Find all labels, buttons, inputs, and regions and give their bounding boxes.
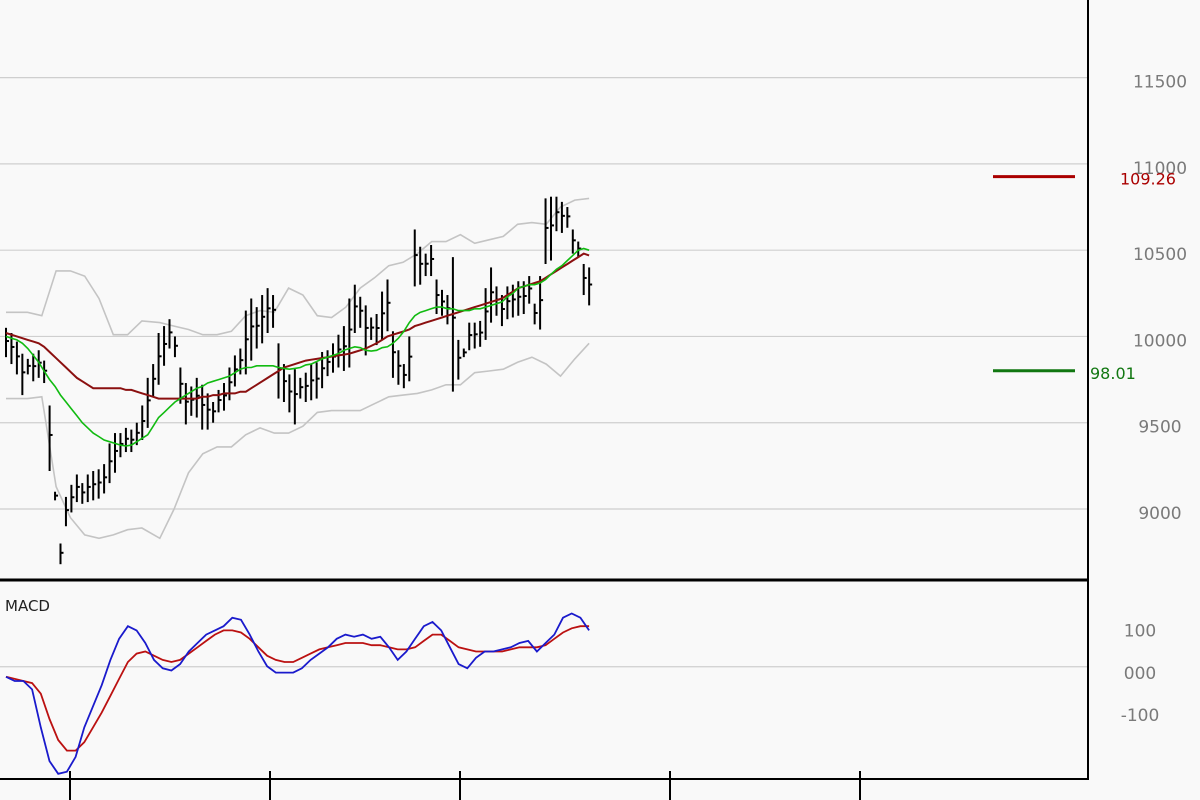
macd-label: MACD [5,597,50,615]
price-tick-label: 11500 [1133,73,1187,93]
price-tick-label: 10500 [1133,245,1187,265]
macd-axis-labels: 100 000 -100 [1121,622,1160,726]
price-tick-label: 9500 [1138,418,1181,438]
last-value-label: 98.01 [1090,364,1136,383]
macd-tick-label: 000 [1124,664,1156,684]
price-tick-label: 10000 [1133,331,1187,351]
price-tick-label: 9000 [1138,504,1181,524]
last-value-label: 109.26 [1120,170,1176,189]
stock-chart: 9000950010000105001100011500 109.2698.01… [0,0,1200,800]
macd-tick-label: 100 [1124,622,1156,642]
macd-tick-label: -100 [1121,706,1160,726]
